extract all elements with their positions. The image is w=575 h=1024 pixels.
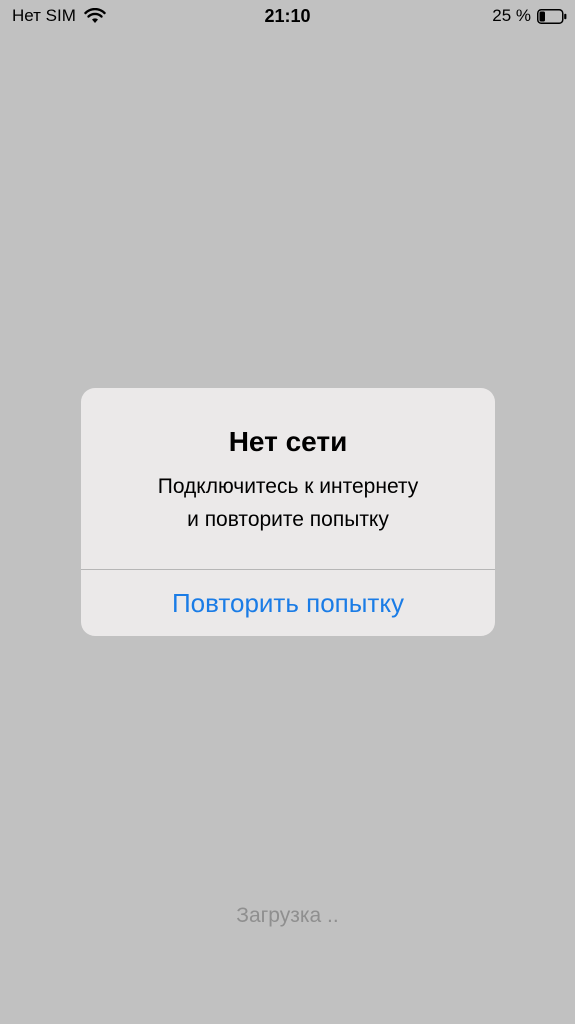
alert-message-line-1: Подключитесь к интернету [157,475,419,498]
loading-label: Загрузка .. [236,904,339,927]
retry-button[interactable]: Повторить попытку [81,570,495,636]
no-network-alert: Нет сети Подключитесь к интернету и повт… [81,388,495,636]
battery-percent: 25 % [492,6,531,25]
status-bar: Нет SIM 21:10 25 % [0,0,575,34]
battery-icon [537,8,567,24]
alert-message-line-2: и повторите попытку [187,508,389,531]
alert-message: Подключитесь к интернету и повторите поп… [101,470,475,536]
alert-title: Нет сети [228,426,348,457]
status-time: 21:10 [264,6,311,26]
battery-indicator: 25 % [492,6,567,26]
